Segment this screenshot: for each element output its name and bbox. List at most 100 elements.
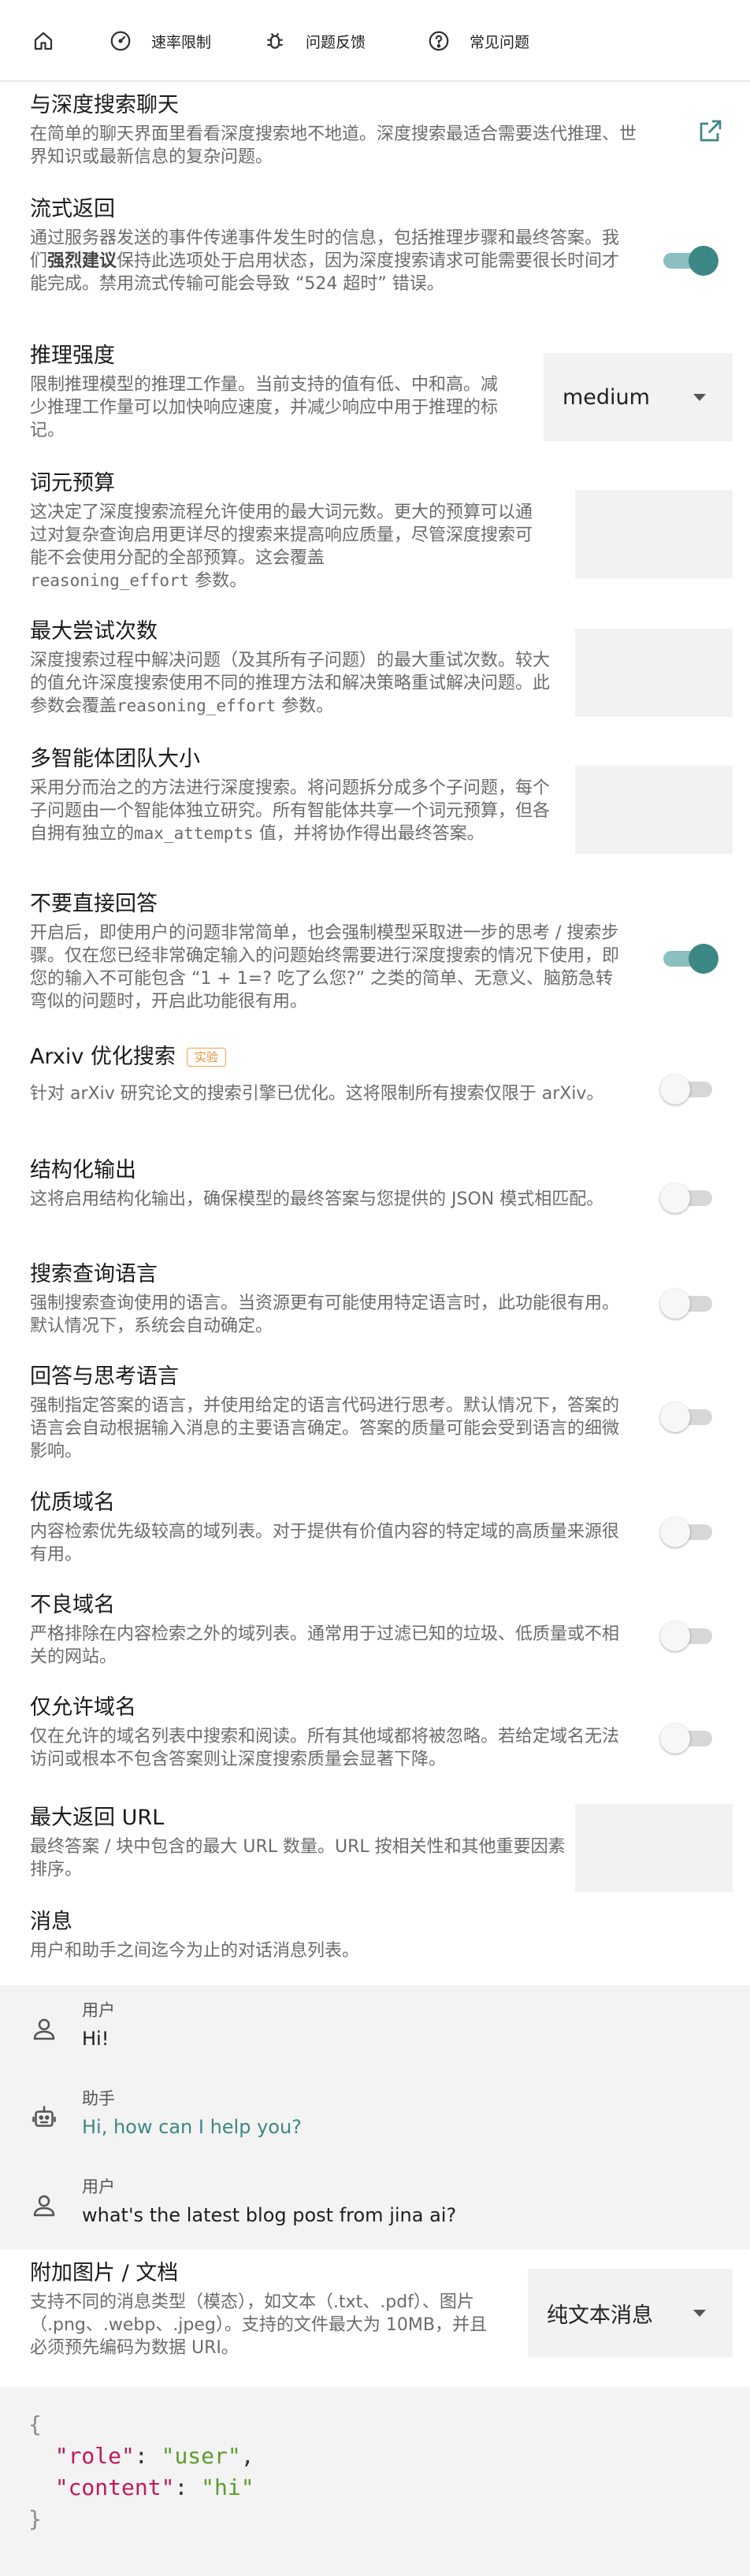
bug-icon (263, 29, 287, 53)
search-lang-toggle[interactable] (660, 1289, 715, 1319)
code-role-value: "user" (161, 2443, 241, 2469)
nav-feedback-label: 问题反馈 (306, 33, 366, 51)
arxiv-desc: 针对 arXiv 研究论文的搜索引擎已优化。这将限制所有搜索仅限于 arXiv。 (30, 1084, 604, 1104)
arxiv-section: Arxiv 优化搜索 实验 针对 arXiv 研究论文的搜索引擎已优化。这将限制… (30, 1043, 629, 1105)
budget-input[interactable] (575, 490, 733, 578)
good-domains-section: 优质域名 内容检索优先级较高的域列表。对于提供有价值内容的特定域的高质量来源很有… (30, 1489, 629, 1566)
structured-title: 结构化输出 (30, 1158, 136, 1182)
chevron-down-icon (693, 394, 706, 401)
team-desc: 采用分而治之的方法进行深度搜索。将问题拆分成多个子问题，每个子问题由一个智能体独… (30, 778, 551, 844)
home-icon (32, 29, 55, 53)
attempts-section: 最大尝试次数 深度搜索过程中解决问题（及其所有子问题）的最大重试次数。较大的值允… (30, 618, 550, 718)
chat-desc: 在简单的聊天界面里看看深度搜索地不地道。深度搜索最适合需要迭代推理、世界知识或最… (30, 124, 637, 167)
code-content-key: "content" (54, 2474, 175, 2500)
nav-faq-label: 常见问题 (470, 33, 530, 51)
chevron-down-icon (693, 2310, 706, 2317)
messages-list: 用户 Hi! 助手 Hi, how can I help you? 用户 wha… (0, 1985, 750, 2250)
message-content: Hi, how can I help you? (82, 2116, 302, 2138)
message-content: Hi! (82, 2028, 110, 2050)
stream-toggle[interactable] (662, 246, 718, 276)
good-domains-title: 优质域名 (30, 1490, 115, 1515)
attach-title: 附加图片 / 文档 (30, 2261, 179, 2285)
attach-select[interactable]: 纯文本消息 (528, 2269, 733, 2357)
answer-lang-toggle[interactable] (660, 1402, 715, 1432)
only-domains-toggle[interactable] (660, 1724, 715, 1754)
budget-section: 词元预算 这决定了深度搜索流程允许使用的最大词元数。更大的预算可以通过对复杂查询… (30, 470, 542, 592)
team-title: 多智能体团队大小 (30, 747, 200, 771)
bad-domains-toggle[interactable] (660, 1621, 715, 1651)
budget-title: 词元预算 (30, 471, 115, 496)
no-direct-title: 不要直接回答 (30, 892, 158, 916)
max-urls-title: 最大返回 URL (30, 1806, 165, 1830)
structured-section: 结构化输出 这将启用结构化输出，确保模型的最终答案与您提供的 JSON 模式相匹… (30, 1156, 613, 1211)
no-direct-section: 不要直接回答 开启后，即使用户的问题非常简单，也会强制模型采取进一步的思考 / … (30, 890, 629, 1013)
reasoning-title: 推理强度 (30, 343, 115, 368)
nav-rate-limit-label: 速率限制 (151, 33, 212, 51)
message-item[interactable]: 助手 Hi, how can I help you? (0, 2073, 750, 2162)
bad-domains-title: 不良域名 (30, 1593, 115, 1617)
budget-desc: 这决定了深度搜索流程允许使用的最大词元数。更大的预算可以通过对复杂查询启用更详尽… (30, 503, 533, 591)
answer-lang-desc: 强制指定答案的语言，并使用给定的语言代码进行思考。默认情况下，答案的语言会自动根… (30, 1396, 620, 1461)
message-item[interactable]: 用户 what's the latest blog post from jina… (0, 2162, 750, 2250)
experimental-badge: 实验 (186, 1048, 226, 1067)
structured-toggle[interactable] (660, 1183, 715, 1213)
code-close-brace: } (28, 2506, 42, 2532)
messages-desc: 用户和助手之间迄今为止的对话消息列表。 (30, 1941, 360, 1961)
message-role: 用户 (82, 2177, 115, 2196)
attempts-code: reasoning_effort (117, 696, 277, 715)
nav-home[interactable] (32, 22, 55, 60)
speedometer-icon (109, 29, 132, 53)
answer-lang-section: 回答与思考语言 强制指定答案的语言，并使用给定的语言代码进行思考。默认情况下，答… (30, 1363, 629, 1463)
messages-section: 消息 用户和助手之间迄今为止的对话消息列表。 (30, 1908, 723, 1962)
reasoning-select-value: medium (562, 384, 650, 410)
message-role: 助手 (82, 2089, 115, 2108)
budget-code: reasoning_effort (30, 571, 190, 590)
answer-lang-title: 回答与思考语言 (30, 1364, 179, 1389)
max-urls-desc: 最终答案 / 块中包含的最大 URL 数量。URL 按相关性和其他重要因素排序。 (30, 1837, 566, 1880)
external-link-icon[interactable] (696, 117, 725, 145)
team-code: max_attempts (134, 824, 254, 843)
good-domains-desc: 内容检索优先级较高的域列表。对于提供有价值内容的特定域的高质量来源很有用。 (30, 1522, 620, 1565)
team-input[interactable] (575, 766, 733, 854)
team-section: 多智能体团队大小 采用分而治之的方法进行深度搜索。将问题拆分成多个子问题，每个子… (30, 745, 550, 845)
search-lang-title: 搜索查询语言 (30, 1262, 158, 1286)
code-content-value: "hi" (201, 2474, 254, 2500)
chat-title: 与深度搜索聊天 (30, 93, 179, 117)
search-lang-desc: 强制搜索查询使用的语言。当资源更有可能使用特定语言时，此功能很有用。默认情况下，… (30, 1294, 620, 1336)
bad-domains-desc: 严格排除在内容检索之外的域列表。通常用于过滤已知的垃圾、低质量或不相关的网站。 (30, 1624, 620, 1667)
only-domains-title: 仅允许域名 (30, 1695, 136, 1720)
code-open-brace: { (28, 2411, 42, 2437)
reasoning-select[interactable]: medium (544, 353, 733, 441)
message-role: 用户 (82, 2001, 115, 2020)
help-circle-icon (427, 29, 451, 53)
messages-title: 消息 (30, 1910, 72, 1934)
only-domains-desc: 仅在允许的域名列表中搜索和阅读。所有其他域都将被忽略。若给定域名无法访问或根本不… (30, 1727, 620, 1769)
attach-select-value: 纯文本消息 (547, 2303, 653, 2328)
good-domains-toggle[interactable] (660, 1517, 715, 1547)
attempts-desc: 深度搜索过程中解决问题（及其所有子问题）的最大重试次数。较大的值允许深度搜索使用… (30, 651, 551, 716)
message-json-editor[interactable]: { "role": "user", "content": "hi" } (0, 2387, 750, 2576)
attach-desc: 支持不同的消息类型（模态），如文本（.txt、.pdf）、图片（.png、.we… (30, 2292, 487, 2358)
only-domains-section: 仅允许域名 仅在允许的域名列表中搜索和阅读。所有其他域都将被忽略。若给定域名无法… (30, 1694, 629, 1771)
nav-faq[interactable]: 常见问题 (427, 22, 529, 60)
robot-icon (30, 2103, 58, 2132)
attempts-title: 最大尝试次数 (30, 619, 158, 644)
no-direct-toggle[interactable] (662, 944, 718, 974)
nav-feedback[interactable]: 问题反馈 (263, 22, 366, 60)
code-role-key: "role" (54, 2443, 135, 2469)
reasoning-section: 推理强度 限制推理模型的推理工作量。当前支持的值有低、中和高。减少推理工作量可以… (30, 342, 511, 442)
stream-desc-strong: 强烈建议 (47, 251, 117, 271)
no-direct-desc: 开启后，即使用户的问题非常简单，也会强制模型采取进一步的思考 / 搜索步骤。仅在… (30, 923, 620, 1011)
structured-desc: 这将启用结构化输出，确保模型的最终答案与您提供的 JSON 模式相匹配。 (30, 1190, 604, 1209)
max-urls-input[interactable] (575, 1804, 733, 1892)
message-item[interactable]: 用户 Hi! (0, 1985, 750, 2073)
max-urls-section: 最大返回 URL 最终答案 / 块中包含的最大 URL 数量。URL 按相关性和… (30, 1804, 566, 1881)
attempts-input[interactable] (575, 629, 733, 717)
reasoning-desc: 限制推理模型的推理工作量。当前支持的值有低、中和高。减少推理工作量可以加快响应速… (30, 375, 499, 440)
top-nav: 速率限制 问题反馈 常见问题 (0, 0, 750, 82)
arxiv-toggle[interactable] (660, 1075, 715, 1104)
arxiv-title-row: Arxiv 优化搜索 实验 (30, 1043, 629, 1071)
message-content: what's the latest blog post from jina ai… (82, 2204, 457, 2226)
nav-rate-limit[interactable]: 速率限制 (109, 22, 211, 60)
user-icon (30, 2192, 58, 2220)
